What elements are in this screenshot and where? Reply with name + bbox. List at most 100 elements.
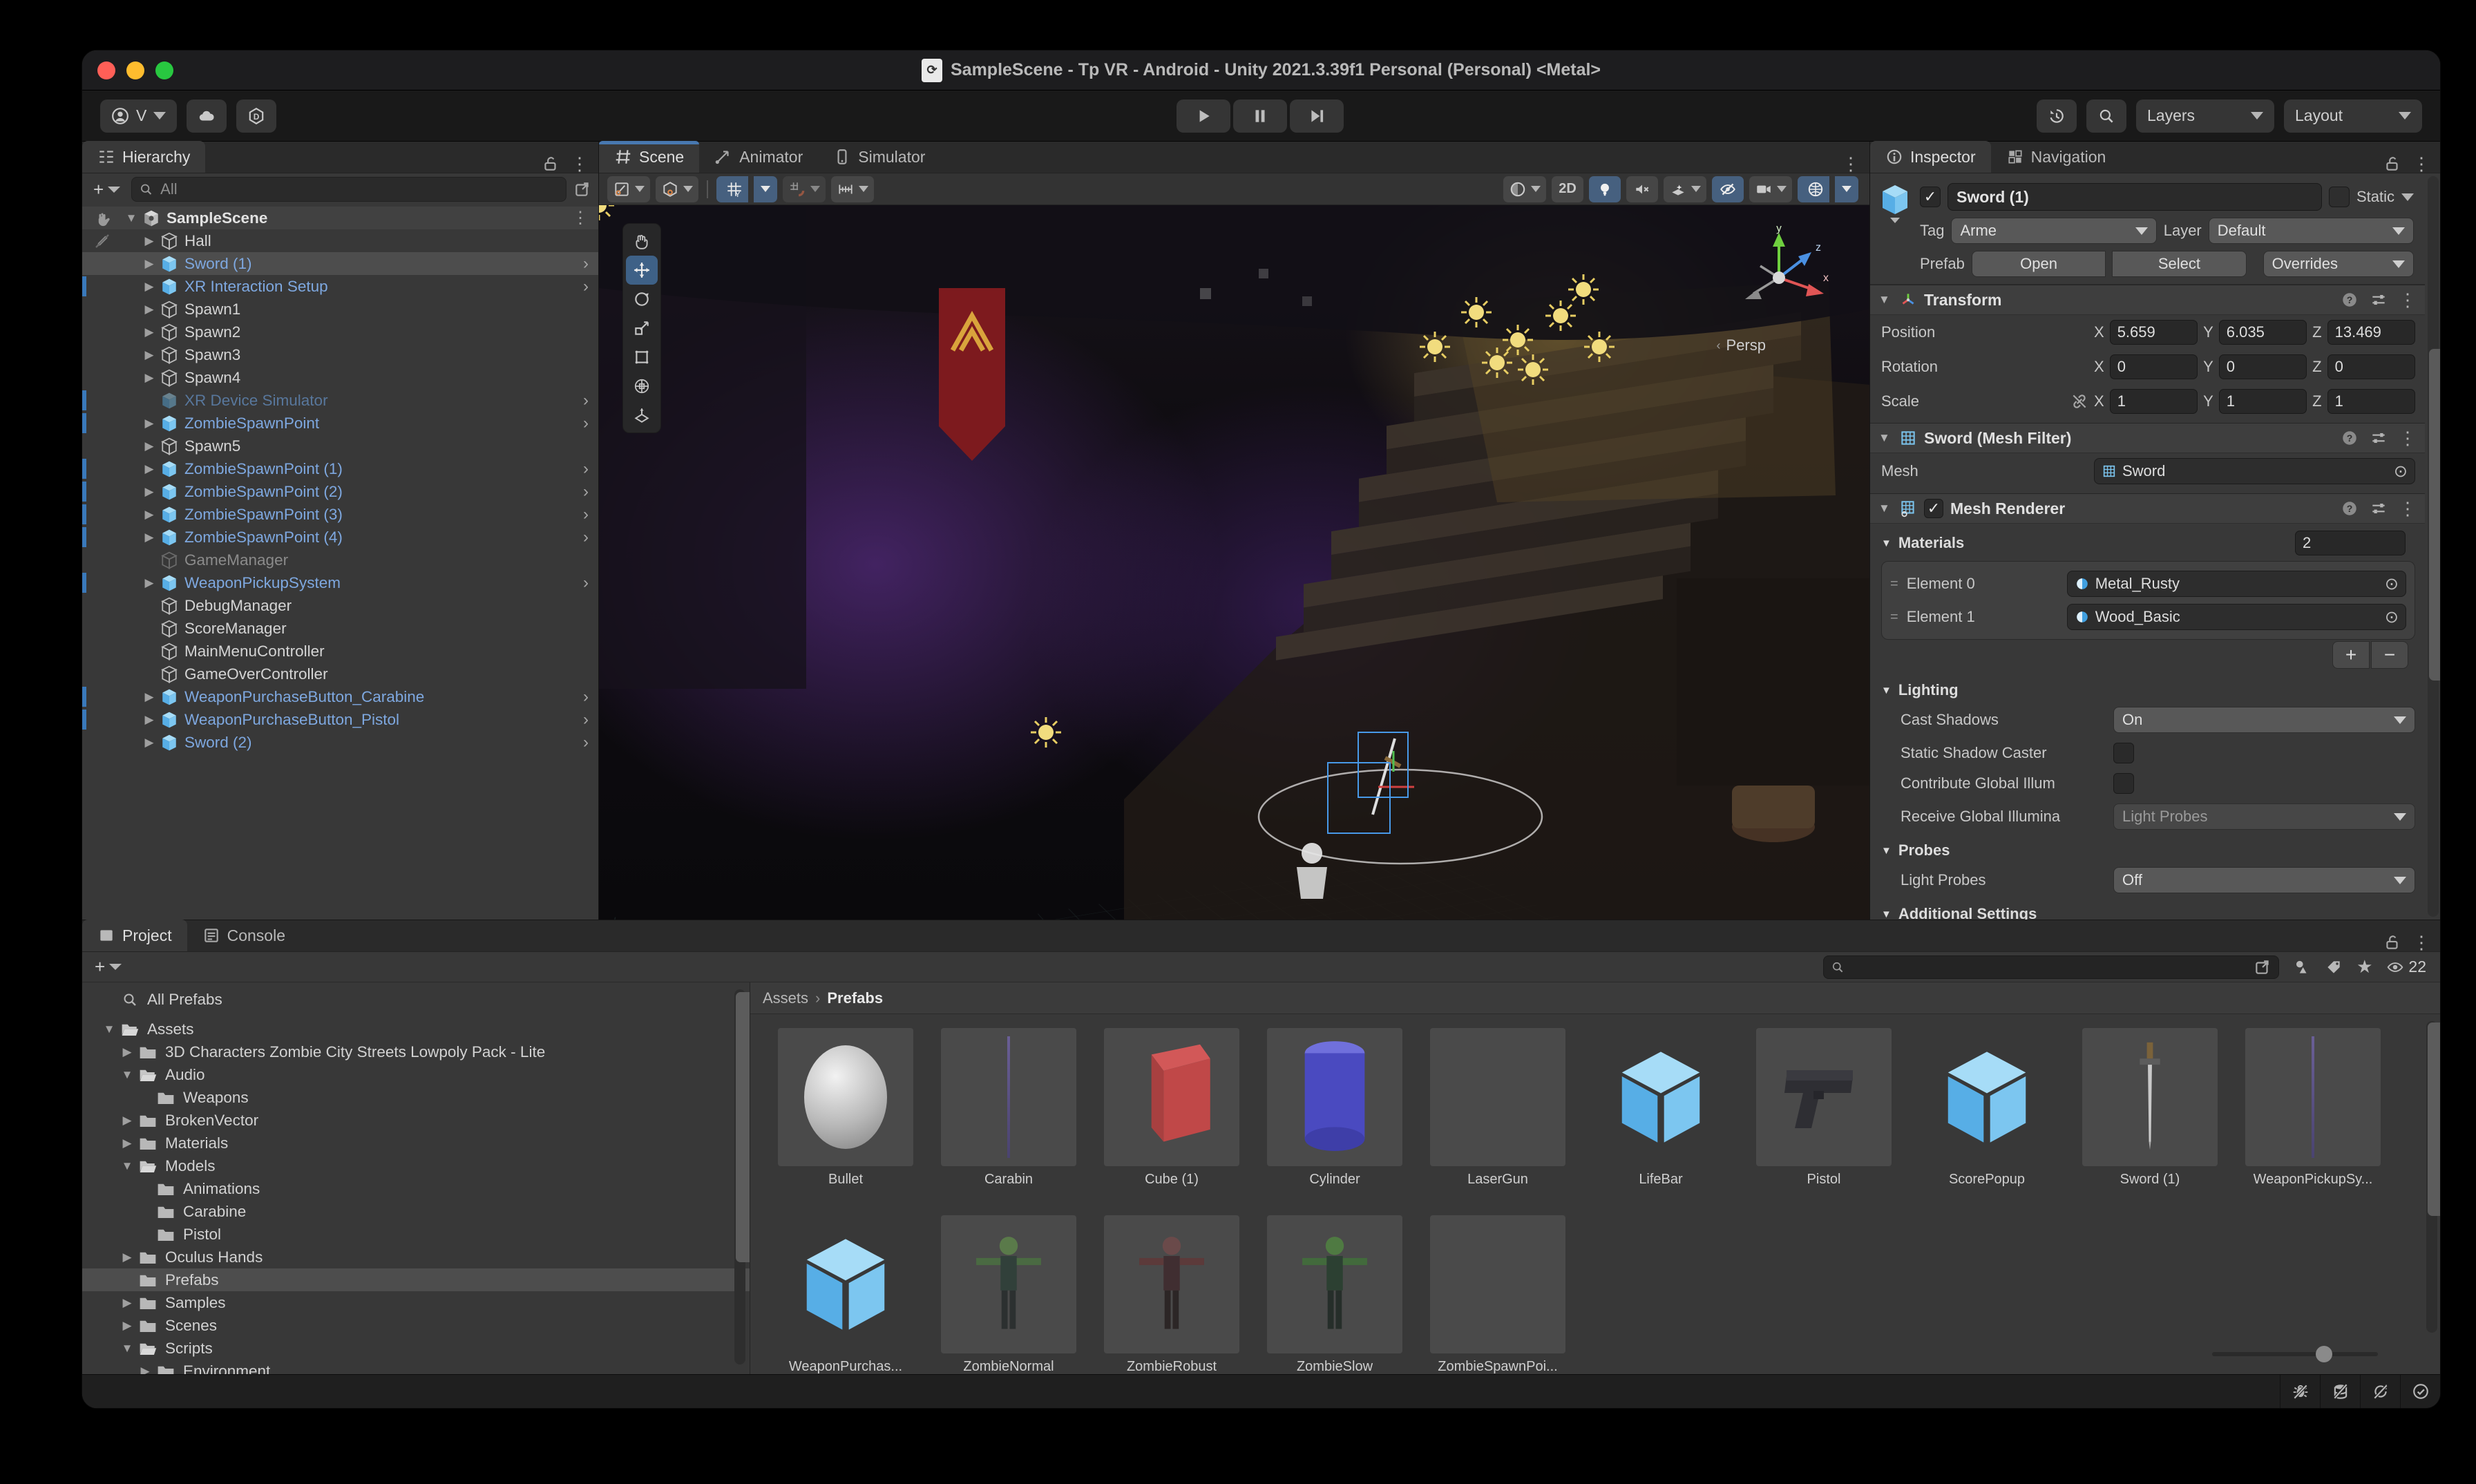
grid-snap-dropdown[interactable] — [754, 176, 777, 202]
favorites-star-icon[interactable]: ★ — [2356, 956, 2372, 978]
view-tool-button[interactable] — [626, 227, 658, 256]
hierarchy-item-spawn3[interactable]: ▶Spawn3 — [82, 343, 598, 366]
folder-item-pistol[interactable]: Pistol — [82, 1223, 750, 1246]
hierarchy-add-button[interactable]: + — [89, 179, 124, 200]
folder-item-models[interactable]: ▼Models — [82, 1154, 750, 1177]
foldout-icon[interactable]: ▶ — [140, 234, 158, 248]
play-button[interactable] — [1177, 99, 1230, 133]
kebab-menu-icon[interactable]: ⋮ — [1842, 155, 1860, 173]
grab-hand-icon[interactable] — [82, 210, 122, 227]
active-checkbox[interactable]: ✓ — [1920, 187, 1941, 207]
hierarchy-item-debugmanager[interactable]: DebugManager — [82, 594, 598, 617]
prefab-chevron-icon[interactable]: › — [583, 391, 589, 410]
object-picker-icon[interactable]: ⊙ — [2385, 607, 2399, 627]
hierarchy-item-sword-2-[interactable]: ▶Sword (2)› — [82, 731, 598, 754]
prefab-chevron-icon[interactable]: › — [583, 277, 589, 296]
help-icon[interactable]: ? — [2341, 500, 2359, 517]
foldout-icon[interactable]: ▼ — [118, 1159, 136, 1173]
folder-item-animations[interactable]: Animations — [82, 1177, 750, 1200]
hierarchy-item-zombiespawnpoint-4-[interactable]: ▶ZombieSpawnPoint (4)› — [82, 526, 598, 549]
move-tool-button[interactable] — [626, 256, 658, 285]
gizmos-toggle[interactable] — [1798, 176, 1829, 202]
help-icon[interactable]: ? — [2341, 291, 2359, 309]
scale-y-field[interactable] — [2219, 389, 2307, 414]
rotation-z-field[interactable] — [2327, 354, 2415, 379]
rotation-y-field[interactable] — [2219, 354, 2307, 379]
asset-tile-lifebar[interactable]: LifeBar — [1593, 1028, 1729, 1188]
hierarchy-item-weaponpurchasebutton-pistol[interactable]: ▶WeaponPurchaseButton_Pistol› — [82, 708, 598, 731]
folder-item-brokenvector[interactable]: ▶BrokenVector — [82, 1109, 750, 1132]
foldout-icon[interactable]: ▶ — [140, 485, 158, 499]
link-broken-icon[interactable] — [2070, 392, 2088, 410]
grid-snap-toggle[interactable]: Y — [716, 176, 748, 202]
folder-item-samples[interactable]: ▶Samples — [82, 1291, 750, 1314]
folder-item-assets[interactable]: ▼Assets — [82, 1018, 750, 1040]
tab-scene[interactable]: Scene — [599, 141, 699, 173]
gizmos-dropdown[interactable] — [1835, 176, 1858, 202]
asset-tile-weaponpurchas-[interactable]: WeaponPurchas... — [778, 1215, 913, 1374]
add-material-button[interactable]: + — [2332, 641, 2370, 669]
kebab-menu-icon[interactable]: ⋮ — [572, 208, 589, 228]
foldout-icon[interactable]: ▶ — [118, 1045, 136, 1059]
foldout-icon[interactable]: ▶ — [140, 531, 158, 544]
hierarchy-item-zombiespawnpoint[interactable]: ▶ZombieSpawnPoint› — [82, 412, 598, 435]
scale-tool-button[interactable] — [626, 314, 658, 343]
snap-increment-toggle[interactable] — [783, 176, 826, 202]
hierarchy-item-mainmenucontroller[interactable]: MainMenuController — [82, 640, 598, 663]
setting-dropdown[interactable]: Off — [2113, 867, 2415, 893]
position-x-field[interactable] — [2110, 320, 2198, 345]
cache-server-status-button[interactable] — [2320, 1375, 2360, 1408]
drag-handle-icon[interactable]: = — [1890, 609, 1898, 625]
asset-tile-cube-1-[interactable]: Cube (1) — [1104, 1028, 1239, 1188]
foldout-icon[interactable]: ▶ — [140, 462, 158, 476]
hierarchy-item-spawn5[interactable]: ▶Spawn5 — [82, 435, 598, 457]
foldout-icon[interactable]: ▶ — [140, 348, 158, 362]
kebab-menu-icon[interactable]: ⋮ — [2412, 933, 2430, 951]
folder-pane-scrollbar[interactable] — [734, 989, 745, 1364]
static-dropdown-icon[interactable] — [2401, 193, 2414, 201]
asset-tile-lasergun[interactable]: LaserGun — [1430, 1028, 1565, 1188]
hierarchy-item-spawn1[interactable]: ▶Spawn1 — [82, 298, 598, 321]
prefab-chevron-icon[interactable]: › — [583, 710, 589, 730]
foldout-icon[interactable]: ▶ — [140, 280, 158, 294]
foldout-icon[interactable]: ▶ — [140, 417, 158, 430]
foldout-icon[interactable]: ▶ — [136, 1364, 154, 1375]
foldout-icon[interactable]: ▼ — [118, 1342, 136, 1355]
rect-tool-button[interactable] — [626, 343, 658, 372]
presets-icon[interactable] — [2370, 291, 2388, 309]
foldout-icon[interactable]: ▶ — [140, 576, 158, 590]
prefab-chevron-icon[interactable]: › — [583, 528, 589, 547]
tab-project[interactable]: Project — [82, 920, 187, 951]
project-search-input[interactable] — [1850, 958, 2248, 976]
rotation-x-field[interactable] — [2110, 354, 2198, 379]
foldout-icon[interactable]: ▶ — [118, 1250, 136, 1264]
2d-toggle[interactable]: 2D — [1552, 176, 1583, 202]
account-dropdown[interactable]: V — [100, 99, 177, 133]
kebab-menu-icon[interactable]: ⋮ — [2412, 155, 2430, 173]
layer-dropdown[interactable]: Default — [2209, 218, 2414, 244]
project-search-field[interactable] — [1823, 955, 2279, 979]
hierarchy-item-zombiespawnpoint-3-[interactable]: ▶ZombieSpawnPoint (3)› — [82, 503, 598, 526]
lighting-foldout[interactable]: ▼Lighting — [1870, 674, 2425, 702]
prefab-chevron-icon[interactable]: › — [583, 414, 589, 433]
foldout-icon[interactable]: ▶ — [140, 690, 158, 704]
asset-tile-pistol[interactable]: Pistol — [1756, 1028, 1892, 1188]
pen-slash-icon[interactable] — [82, 233, 122, 249]
probes-foldout[interactable]: ▼Probes — [1870, 835, 2425, 862]
asset-tile-carabin[interactable]: Carabin — [941, 1028, 1076, 1188]
slider-knob[interactable] — [2316, 1346, 2332, 1362]
foldout-icon[interactable]: ▶ — [140, 325, 158, 339]
scale-x-field[interactable] — [2110, 389, 2198, 414]
projection-label[interactable]: ‹ Persp — [1717, 336, 1766, 354]
hierarchy-item-zombiespawnpoint-1-[interactable]: ▶ZombieSpawnPoint (1)› — [82, 457, 598, 480]
setting-dropdown[interactable]: On — [2113, 707, 2415, 733]
hierarchy-item-xr-device-simulator[interactable]: XR Device Simulator› — [82, 389, 598, 412]
services-button[interactable]: D — [236, 99, 276, 133]
foldout-icon[interactable]: ▶ — [140, 257, 158, 271]
scene-viewport[interactable]: y x z ‹ Persp — [599, 205, 1869, 920]
tab-animator[interactable]: Animator — [699, 141, 818, 173]
folder-item-carabine[interactable]: Carabine — [82, 1200, 750, 1223]
tab-hierarchy[interactable]: Hierarchy — [82, 141, 205, 173]
asset-tile-zombierobust[interactable]: ZombieRobust — [1104, 1215, 1239, 1374]
folder-item-audio[interactable]: ▼Audio — [82, 1063, 750, 1086]
